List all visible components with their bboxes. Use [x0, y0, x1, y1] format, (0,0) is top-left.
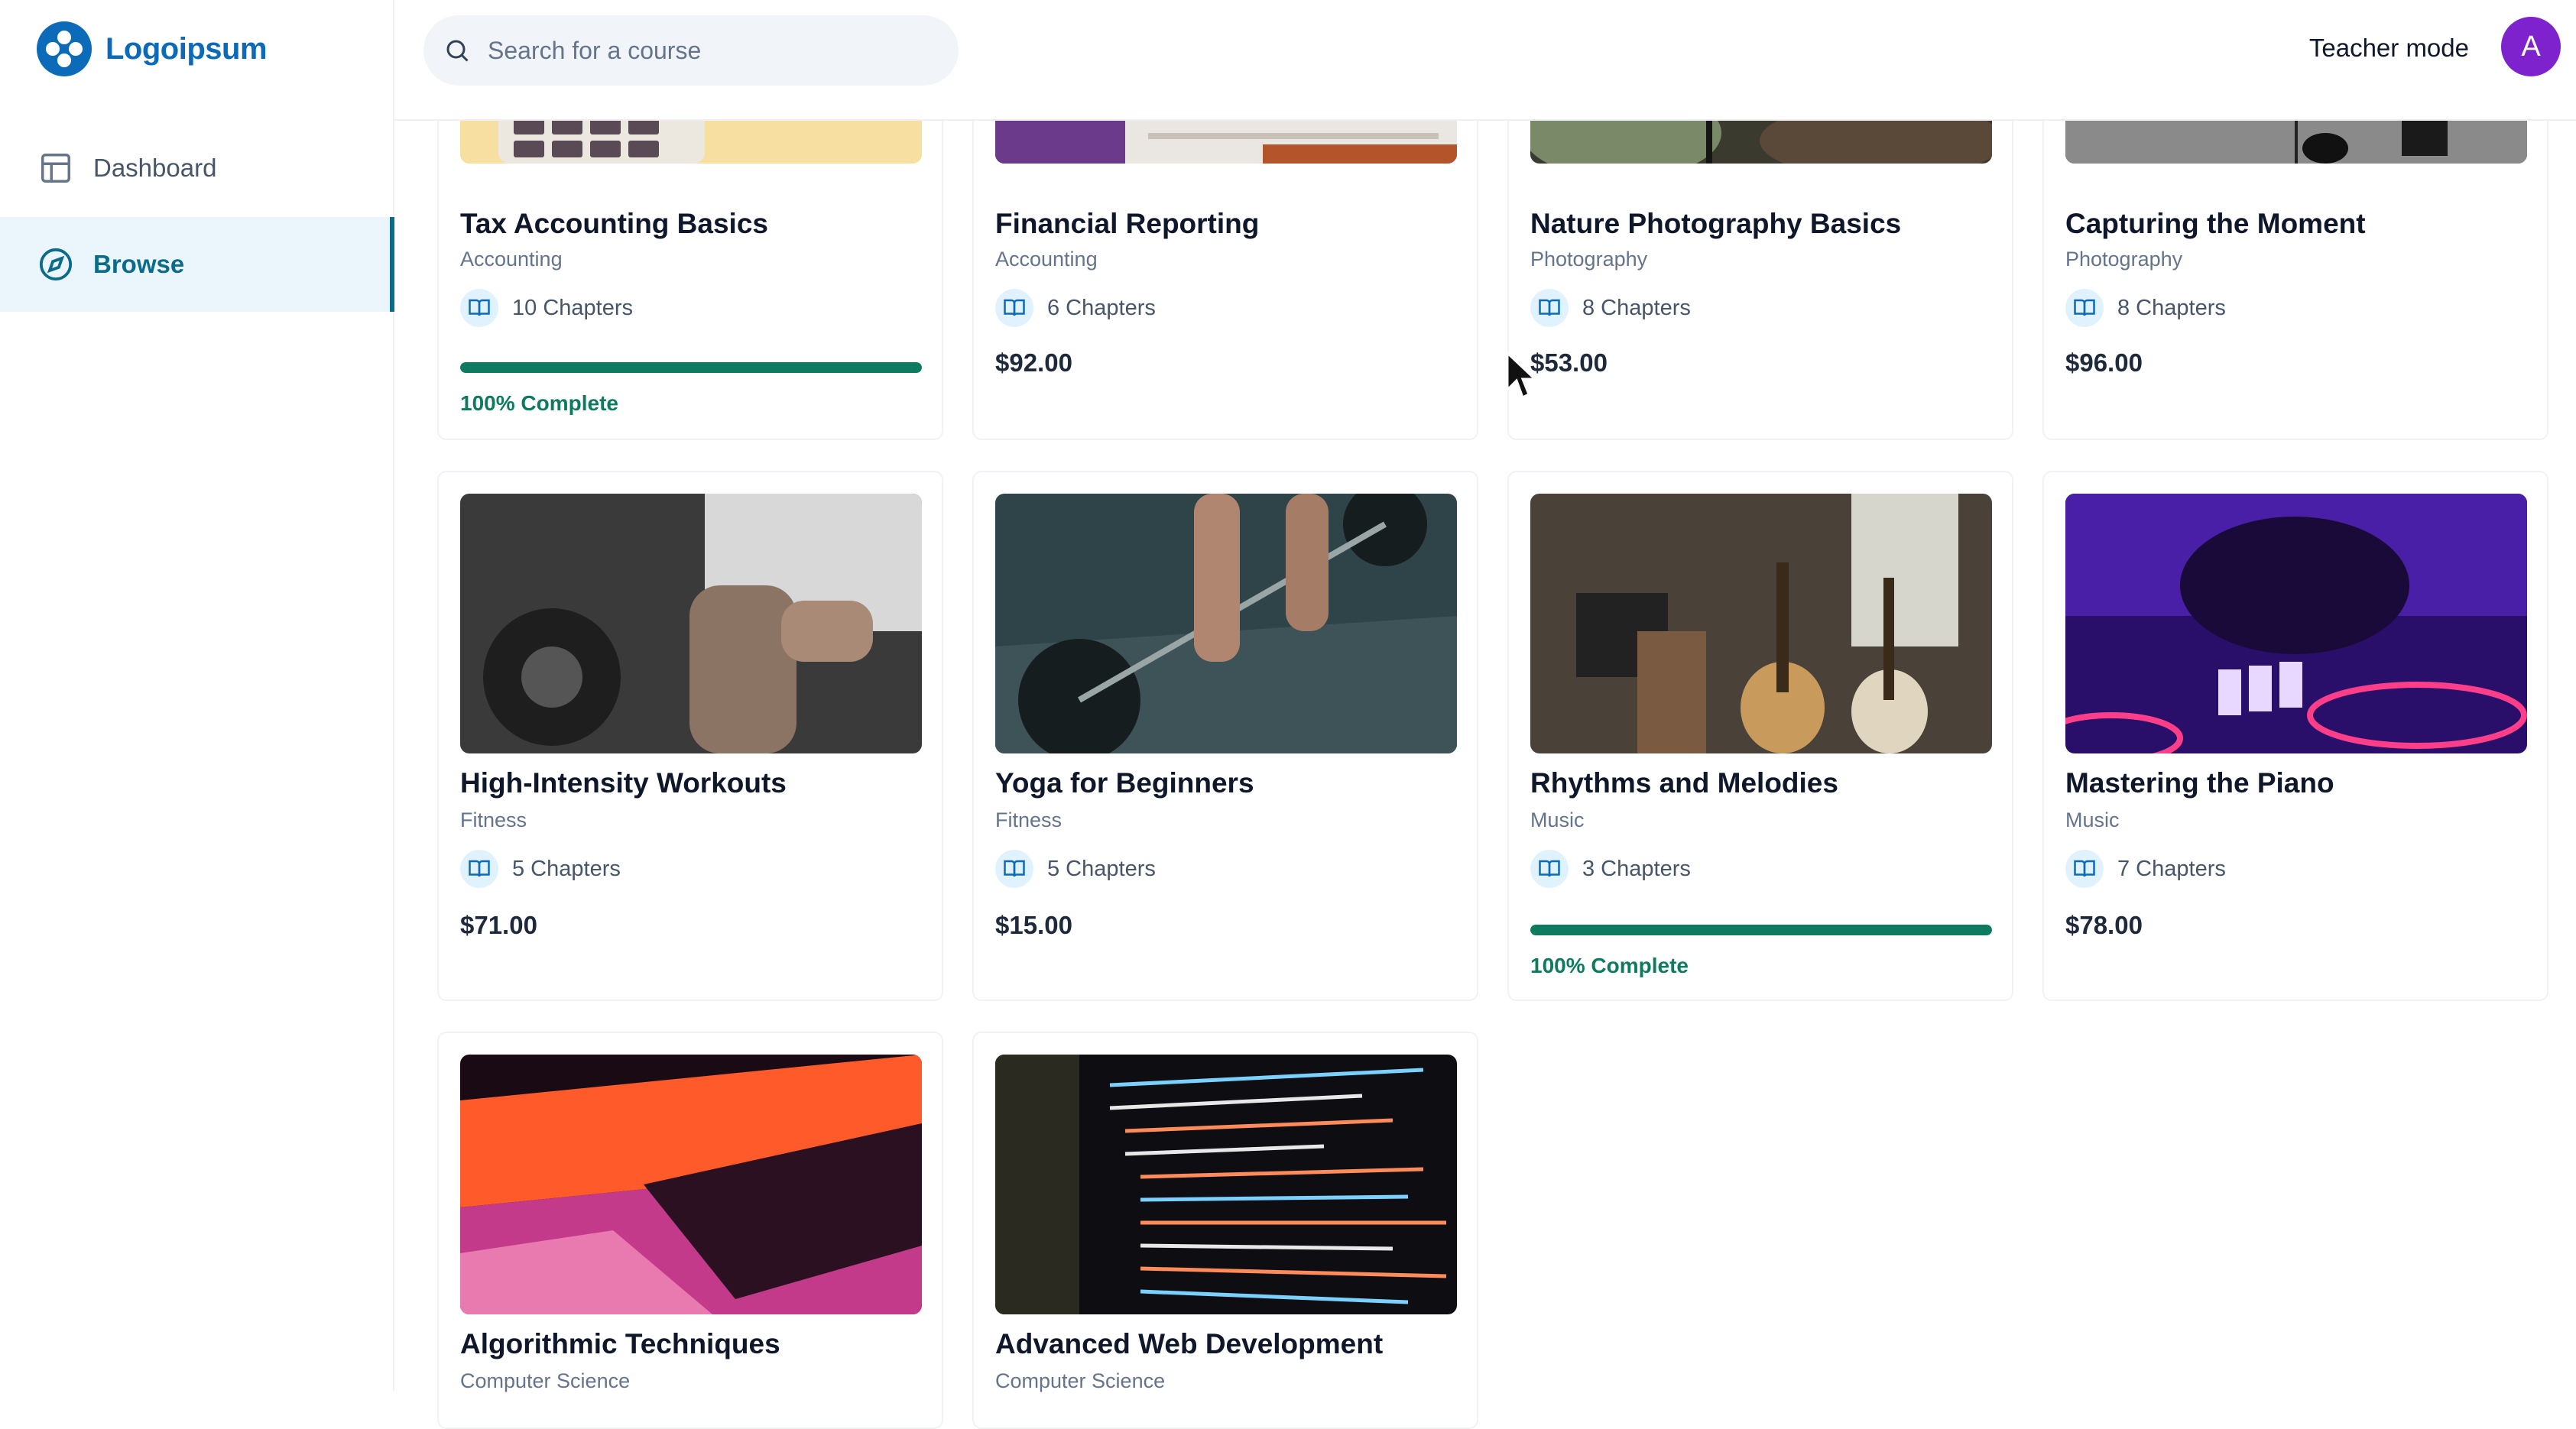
search-bar[interactable]: [423, 15, 959, 86]
course-chapters: 7 Chapters: [2065, 850, 2226, 888]
course-chapters: 5 Chapters: [460, 850, 621, 888]
workout-image: [460, 494, 922, 753]
course-title[interactable]: Mastering the Piano: [2065, 767, 2334, 799]
book-icon: [460, 289, 498, 327]
code-screen-image: [995, 1055, 1457, 1314]
course-price: $71.00: [460, 911, 537, 939]
course-chapters: 8 Chapters: [2065, 289, 2226, 327]
progress-label: 100% Complete: [460, 391, 618, 415]
course-title[interactable]: Advanced Web Development: [995, 1328, 1383, 1360]
course-category: Accounting: [995, 248, 1098, 271]
chapters-count: 3 Chapters: [1582, 856, 1691, 881]
book-icon: [460, 850, 498, 888]
course-thumbnail: [460, 494, 922, 753]
teacher-mode-button[interactable]: Teacher mode: [2309, 34, 2469, 63]
sidebar: Logoipsum Dashboard Browse: [0, 0, 394, 1391]
chapters-count: 10 Chapters: [512, 295, 633, 320]
chapters-count: 8 Chapters: [2117, 295, 2226, 320]
course-card[interactable]: Mastering the Piano Music 7 Chapters $78…: [2042, 471, 2548, 1001]
brand-logo[interactable]: Logoipsum: [37, 21, 268, 76]
course-chapters: 8 Chapters: [1530, 289, 1691, 327]
sidebar-item-label: Dashboard: [93, 154, 217, 182]
course-price: $15.00: [995, 911, 1072, 939]
course-thumbnail: [460, 1055, 922, 1314]
progress-fill: [1530, 925, 1992, 935]
avatar[interactable]: A: [2501, 17, 2561, 76]
course-title[interactable]: Yoga for Beginners: [995, 767, 1254, 799]
course-title[interactable]: Algorithmic Techniques: [460, 1328, 780, 1360]
book-icon: [1530, 850, 1569, 888]
guitars-image: [1530, 494, 1992, 753]
course-thumbnail: [2065, 494, 2527, 753]
course-price: $78.00: [2065, 911, 2143, 939]
compass-icon: [39, 248, 73, 281]
course-thumbnail: [1530, 494, 1992, 753]
course-title[interactable]: Financial Reporting: [995, 208, 1259, 240]
logo-icon: [37, 21, 92, 76]
barbell-image: [995, 494, 1457, 753]
course-chapters: 3 Chapters: [1530, 850, 1691, 888]
book-icon: [995, 850, 1033, 888]
sidebar-item-browse[interactable]: Browse: [0, 217, 394, 312]
brand-name: Logoipsum: [105, 31, 268, 66]
book-icon: [1530, 289, 1569, 327]
search-input[interactable]: [488, 36, 916, 65]
book-icon: [2065, 289, 2104, 327]
course-title[interactable]: Nature Photography Basics: [1530, 208, 1901, 240]
course-card[interactable]: Advanced Web Development Computer Scienc…: [972, 1032, 1478, 1429]
course-category: Computer Science: [460, 1369, 631, 1392]
mouse-cursor-icon: [1506, 352, 1538, 400]
course-category: Photography: [2065, 248, 2183, 271]
course-title[interactable]: Rhythms and Melodies: [1530, 767, 1838, 799]
search-icon: [446, 40, 469, 62]
course-thumbnail: [995, 1055, 1457, 1314]
course-category: Fitness: [460, 808, 527, 831]
dj-deck-image: [2065, 494, 2527, 753]
course-card[interactable]: Rhythms and Melodies Music 3 Chapters 10…: [1507, 471, 2013, 1001]
sidebar-item-label: Browse: [93, 250, 185, 278]
course-price: $92.00: [995, 348, 1072, 377]
course-price: $96.00: [2065, 348, 2143, 377]
course-price: $53.00: [1530, 348, 1608, 377]
book-icon: [2065, 850, 2104, 888]
course-title[interactable]: Tax Accounting Basics: [460, 208, 768, 240]
top-header: Teacher mode A: [394, 0, 2576, 121]
course-card[interactable]: High-Intensity Workouts Fitness 5 Chapte…: [437, 471, 943, 1001]
course-chapters: 6 Chapters: [995, 289, 1156, 327]
chapters-count: 7 Chapters: [2117, 856, 2226, 881]
course-card[interactable]: Yoga for Beginners Fitness 5 Chapters $1…: [972, 471, 1478, 1001]
sidebar-item-dashboard[interactable]: Dashboard: [0, 121, 394, 215]
course-card[interactable]: Algorithmic Techniques Computer Science: [437, 1032, 943, 1429]
chapters-count: 6 Chapters: [1047, 295, 1156, 320]
course-category: Music: [1530, 808, 1585, 831]
laptop-image: [460, 1055, 922, 1314]
course-category: Accounting: [460, 248, 563, 271]
course-category: Photography: [1530, 248, 1648, 271]
course-grid: Tax Accounting Basics Accounting 10 Chap…: [394, 0, 2576, 1429]
course-chapters: 10 Chapters: [460, 289, 633, 327]
chapters-count: 5 Chapters: [512, 856, 621, 881]
course-category: Computer Science: [995, 1369, 1166, 1392]
course-category: Fitness: [995, 808, 1063, 831]
book-icon: [995, 289, 1033, 327]
course-thumbnail: [995, 494, 1457, 753]
progress-fill: [460, 362, 922, 373]
layout-icon: [41, 154, 70, 183]
chapters-count: 8 Chapters: [1582, 295, 1691, 320]
course-title[interactable]: High-Intensity Workouts: [460, 767, 787, 799]
chapters-count: 5 Chapters: [1047, 856, 1156, 881]
progress-label: 100% Complete: [1530, 954, 1689, 977]
course-category: Music: [2065, 808, 2120, 831]
progress-bar: [1530, 925, 1992, 935]
course-title[interactable]: Capturing the Moment: [2065, 208, 2366, 240]
course-chapters: 5 Chapters: [995, 850, 1156, 888]
progress-bar: [460, 362, 922, 373]
